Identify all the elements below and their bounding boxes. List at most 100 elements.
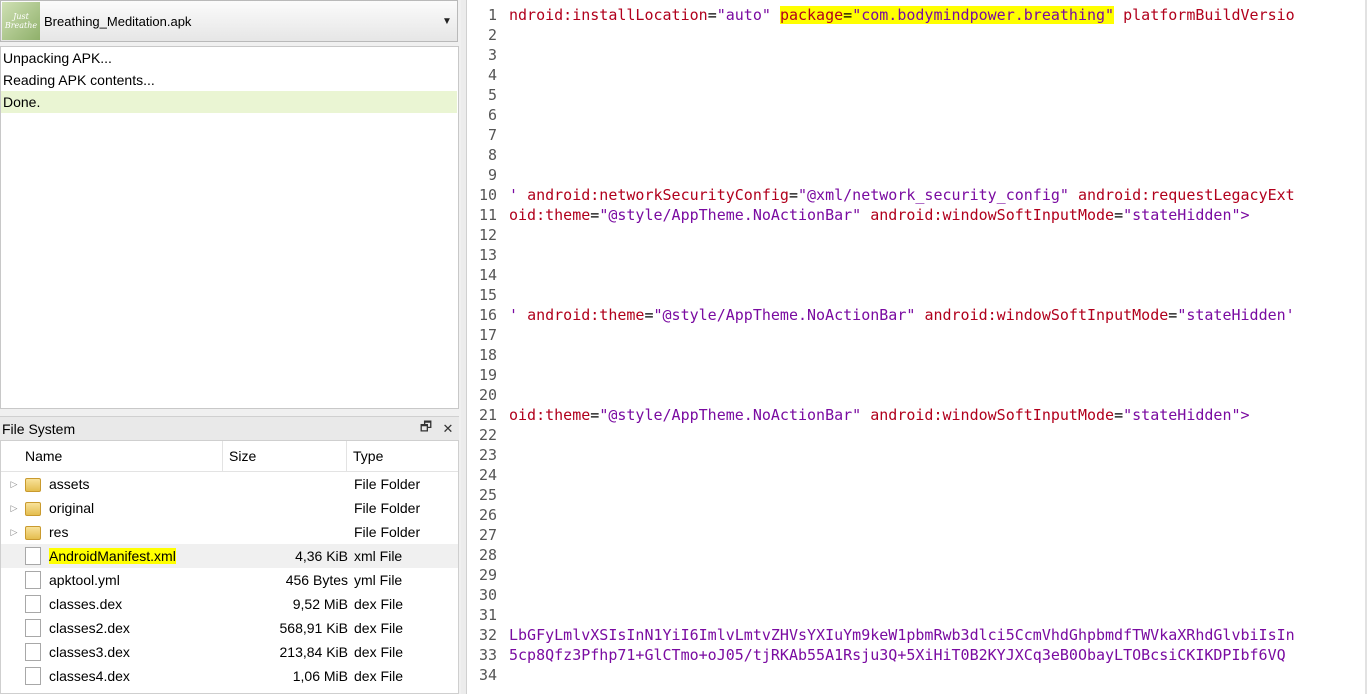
line-number: 3 [487,46,497,64]
line-number: 21 [478,406,497,424]
left-panel: Just Breathe Breathing_Meditation.apk ▼ … [0,0,460,694]
line-number: 15 [478,286,497,304]
line-number: 27 [478,526,497,544]
code-line-11: oid:theme="@style/AppTheme.NoActionBar" … [509,206,1250,224]
row-name: AndroidManifest.xml [49,548,223,564]
row-type: yml File [354,572,403,588]
expand-arrow-icon[interactable]: ▷ [7,527,21,538]
line-number: 34 [478,666,497,684]
file-system-tree: Name Size Type ▷ assets File Folder ▷ or… [0,440,459,694]
line-number: 33 [478,646,497,664]
app-logo: Just Breathe [2,2,40,40]
line-number: 14 [478,266,497,284]
row-type: dex File [354,620,404,636]
line-number: 2 [487,26,497,44]
line-number: 18 [478,346,497,364]
row-size: 568,91 KiB [279,620,349,636]
close-icon[interactable]: ✕ [437,421,459,437]
code-lines: ndroid:installLocation="auto" package="c… [509,5,1367,685]
row-size: 456 Bytes [285,572,348,588]
file-icon [25,643,41,661]
line-number: 23 [478,446,497,464]
tree-row-classes3[interactable]: classes3.dex 213,84 KiB dex File [1,640,458,664]
expand-arrow-icon[interactable]: ▷ [7,479,21,490]
tree-row-androidmanifest[interactable]: AndroidManifest.xml 4,36 KiB xml File [1,544,458,568]
row-type: dex File [354,644,404,660]
row-size: 213,84 KiB [279,644,349,660]
row-size: 9,52 MiB [292,596,348,612]
line-number: 20 [478,386,497,404]
row-type: File Folder [354,476,421,492]
line-number: 12 [478,226,497,244]
file-icon [25,619,41,637]
code-line-10: ' android:networkSecurityConfig="@xml/ne… [509,186,1295,204]
line-number: 31 [478,606,497,624]
column-header-name[interactable]: Name [1,441,223,471]
line-number: 26 [478,506,497,524]
file-system-header: File System 🗗 ✕ [0,416,459,440]
row-name: classes2.dex [49,620,130,636]
line-number: 1 [487,6,497,24]
file-icon [25,667,41,685]
row-name: classes3.dex [49,644,130,660]
row-name: original [49,500,95,516]
row-size: 1,06 MiB [292,668,348,684]
apktool-gui-window: Just Breathe Breathing_Meditation.apk ▼ … [0,0,1367,694]
file-icon [25,571,41,589]
folder-icon [25,478,41,492]
log-line-done: Done. [1,91,457,113]
code-line-21: oid:theme="@style/AppTheme.NoActionBar" … [509,406,1250,424]
folder-icon [25,502,41,516]
row-name: classes4.dex [49,668,130,684]
file-icon [25,547,41,565]
line-number: 9 [487,166,497,184]
line-number: 19 [478,366,497,384]
line-number: 5 [487,86,497,104]
line-number: 7 [487,126,497,144]
file-system-title: File System [2,420,76,437]
row-name: apktool.yml [49,572,120,588]
line-number: 16 [478,306,497,324]
column-header-type[interactable]: Type [347,441,457,471]
line-number: 8 [487,146,497,164]
apk-selector[interactable]: Just Breathe Breathing_Meditation.apk ▼ [0,0,458,42]
row-type: xml File [354,548,403,564]
code-line-1: ndroid:installLocation="auto" package="c… [509,6,1295,24]
tree-row-classes4[interactable]: classes4.dex 1,06 MiB dex File [1,664,458,688]
chevron-down-icon[interactable]: ▼ [437,16,457,27]
tree-row-res[interactable]: ▷ res File Folder [1,520,458,544]
row-size: 4,36 KiB [295,548,348,564]
apk-file-name: Breathing_Meditation.apk [44,13,192,29]
line-number: 22 [478,426,497,444]
row-type: File Folder [354,500,421,516]
row-name: assets [49,476,90,492]
folder-icon [25,526,41,540]
line-number: 10 [478,186,497,204]
line-number-gutter: 1 2 3 4 5 6 7 8 9 10 11 12 13 14 15 16 17 18 19 20 21 22 23 24 2… [467,5,507,685]
log-line: Reading APK contents... [3,72,155,88]
line-number: 13 [478,246,497,264]
tree-row-original[interactable]: ▷ original File Folder [1,496,458,520]
expand-arrow-icon[interactable]: ▷ [7,503,21,514]
code-line-33: 5cp8Qfz3Pfhp71+GlCTmo+oJ05/tjRKAb55A1Rsj… [509,646,1286,664]
line-number: 28 [478,546,497,564]
tree-row-apktool[interactable]: apktool.yml 456 Bytes yml File [1,568,458,592]
row-type: File Folder [354,524,421,540]
line-number: 4 [487,66,497,84]
file-icon [25,595,41,613]
column-headers: Name Size Type [1,441,458,472]
code-line-32: LbGFyLmlvXSIsInN1YiI6ImlvLmtvZHVsYXIuYm9… [509,626,1295,644]
column-header-size[interactable]: Size [223,441,347,471]
highlighted-file-name: AndroidManifest.xml [49,548,176,564]
tree-row-classes[interactable]: classes.dex 9,52 MiB dex File [1,592,458,616]
restore-icon[interactable]: 🗗 [415,418,437,440]
line-number: 29 [478,566,497,584]
code-editor[interactable]: 1 2 3 4 5 6 7 8 9 10 11 12 13 14 15 16 17 18 19 20 21 22 23 24 2… [466,0,1367,694]
row-type: dex File [354,596,404,612]
log-output: Unpacking APK... Reading APK contents...… [0,46,459,409]
line-number: 30 [478,586,497,604]
log-line: Unpacking APK... [3,50,112,66]
line-number: 6 [487,106,497,124]
tree-row-classes2[interactable]: classes2.dex 568,91 KiB dex File [1,616,458,640]
tree-row-assets[interactable]: ▷ assets File Folder [1,472,458,496]
